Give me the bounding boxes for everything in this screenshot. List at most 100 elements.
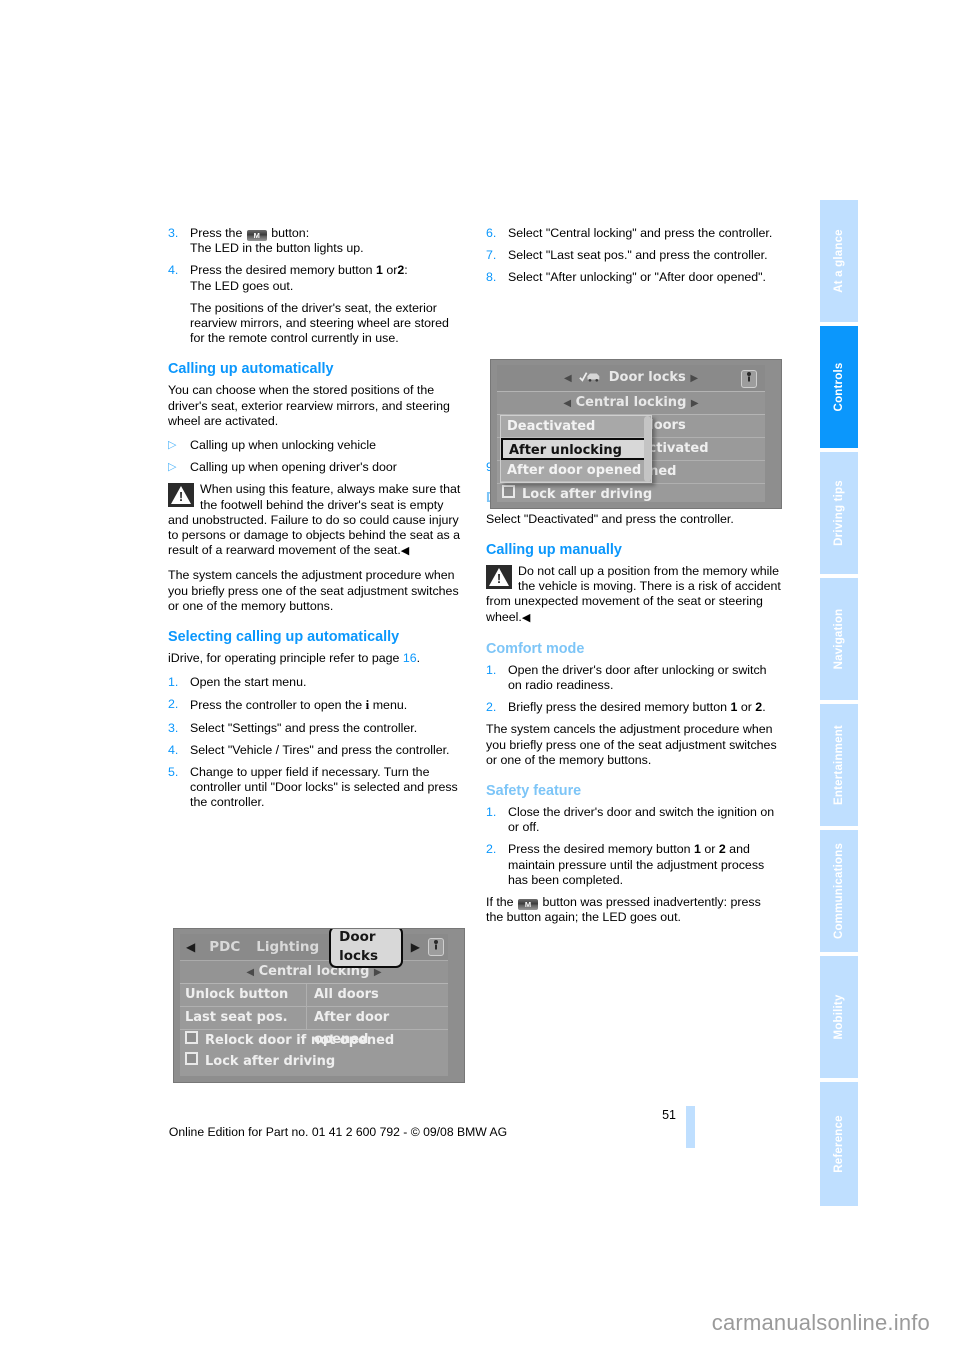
safety-button-2: 2 [718,842,726,857]
step-4-paragraph: The positions of the driver's seat, the … [190,300,449,346]
step-5: 5. Change to upper field if necessary. T… [168,765,463,811]
step-number: 1. [486,805,497,820]
popup-scrollbar[interactable] [644,416,651,482]
checkbox-icon[interactable] [185,1031,198,1044]
sidebar-item-label: Controls [833,362,845,412]
end-of-warning-marker: ◀ [521,611,531,624]
row-value: All doors [305,984,448,1006]
edition-line: Online Edition for Part no. 01 41 2 600 … [168,1125,508,1139]
heading-safety-feature: Safety feature [486,783,582,800]
step-4-post: : [404,263,408,278]
info-icon[interactable] [741,370,757,388]
info-icon[interactable] [428,938,444,956]
step-text: Select "Settings" and press the controll… [190,720,418,735]
popup-option-deactivated[interactable]: Deactivated [501,416,651,438]
sub-next-arrow-icon[interactable]: ▶ [374,967,382,978]
sidebar-item-communications[interactable]: Communications [820,830,858,954]
step-4-mid: or [386,263,398,278]
title-prev-arrow-icon[interactable]: ◀ [564,373,572,384]
safety-step-2: 2. Press the desired memory button 1 or … [486,842,781,888]
info-i-symbol-icon: i [365,697,370,713]
next-arrow-icon[interactable]: ▶ [405,940,426,954]
step-number: 1. [168,675,179,690]
screen-checkbox-lock-after-driving[interactable]: Lock after driving [180,1051,448,1072]
screen-checkbox-relock-door[interactable]: Relock door if not opened [180,1030,448,1051]
step-number: 4. [168,742,179,757]
checkbox-label: Lock after driving [205,1054,336,1069]
row-key: Last seat pos. [185,1010,288,1025]
triangle-bullet-icon: ▷ [168,461,177,474]
popup-option-after-door-opened[interactable]: After door opened [501,460,651,482]
sidebar-item-mobility[interactable]: Mobility [820,956,858,1080]
sub-prev-arrow-icon[interactable]: ◀ [563,398,571,409]
step-4-pre: Press the desired memory button [190,263,373,278]
step-3b: 3. Select "Settings" and press the contr… [168,721,463,736]
warning-text: When using this feature, always make sur… [168,482,461,558]
popup-option-after-unlocking[interactable]: After unlocking [501,438,651,460]
checkbox-icon[interactable] [185,1052,198,1065]
last-seat-pos-option-popup[interactable]: Deactivated After unlocking After door o… [500,415,652,483]
step-4b: 4. Select "Vehicle / Tires" and press th… [168,743,463,758]
screen-tab-pdc[interactable]: PDC [201,939,248,955]
bullet-item: ▷ Calling up when opening driver's door [168,460,463,475]
figure-reference-code [453,935,462,1076]
tab-bar-right-group: ▶ [405,938,448,956]
deactivating-text: Select "Deactivated" and press the contr… [486,511,734,526]
screen-subtitle: ◀ Central locking ▶ [497,392,765,415]
screen-tab-door-locks[interactable]: Door locks [329,929,403,968]
manual-warning-block: Do not call up a position from the memor… [486,564,781,626]
bullet-item: ▷ Calling up when unlocking vehicle [168,438,463,453]
warning-triangle-icon [168,483,194,508]
safety-note-pre: If the [486,895,514,910]
step-text: Briefly press the desired memory button … [508,700,781,715]
step-number: 2. [168,697,179,712]
step-number: 5. [168,765,179,780]
prev-arrow-icon[interactable]: ◀ [180,940,201,954]
comfort-step-1: 1. Open the driver's door after unlockin… [486,663,781,693]
screen-tab-lighting[interactable]: Lighting [248,939,327,955]
sidebar-item-entertainment[interactable]: Entertainment [820,704,858,828]
step-number: 2. [486,700,497,715]
step-4-line2: The LED goes out. [190,278,294,293]
screen-checkbox-lock-after-driving[interactable]: Lock after driving [497,484,765,505]
sidebar-item-at-a-glance[interactable]: At a glance [820,200,858,324]
safety-note: If the M button was pressed inadvertentl… [486,895,781,925]
safety-step-2-pre: Press the desired memory button [508,842,691,857]
step-text: Press the desired memory button 1 or2: T… [190,263,463,293]
screen-body: Unlock button All doors Last seat pos. A… [180,984,448,1072]
step-text: Press the M button: The LED in the butto… [190,226,463,256]
manual-page: At a glance Controls Driving tips Naviga… [0,0,960,1358]
step-8: 8. Select "After unlocking" or "After do… [486,270,781,285]
cancel-note: The system cancels the adjustment proced… [168,568,459,613]
step-3-pre: Press the [190,226,243,240]
step-text: Select "Central locking" and press the c… [508,226,773,240]
sidebar-item-driving-tips[interactable]: Driving tips [820,452,858,576]
watermark: carmanualsonline.info [711,1310,930,1335]
sidebar-item-navigation[interactable]: Navigation [820,578,858,702]
step-1: 1. Open the start menu. [168,675,463,690]
title-next-arrow-icon[interactable]: ▶ [690,373,698,384]
comfort-button-1: 1 [730,700,738,715]
step-text: Open the driver's door after unlocking o… [508,662,767,693]
bullet-label: Calling up when opening driver's door [190,460,397,475]
screen-row-unlock-button[interactable]: Unlock button All doors [180,984,448,1007]
sidebar-item-controls[interactable]: Controls [820,326,858,450]
step-text: Press the controller to open the i menu. [190,697,463,713]
sub-next-arrow-icon[interactable]: ▶ [691,398,699,409]
screen-row-last-seat-pos[interactable]: Last seat pos. After door opened [180,1007,448,1047]
comfort-step-2: 2. Briefly press the desired memory butt… [486,700,781,715]
sub-prev-arrow-icon[interactable]: ◀ [246,967,254,978]
step-text: Press the desired memory button 1 or 2 a… [508,842,781,888]
step-number: 1. [486,662,497,677]
page-cross-reference-link[interactable]: 16 [403,651,417,665]
memory-m-key-icon: M [518,899,539,911]
step-2: 2. Press the controller to open the i me… [168,697,463,713]
row-key: Unlock button [185,987,289,1002]
checkbox-icon[interactable] [502,485,515,498]
step-text: Select "Vehicle / Tires" and press the c… [190,742,450,757]
sidebar-item-reference[interactable]: Reference [820,1082,858,1206]
section-tab-rail: At a glance Controls Driving tips Naviga… [820,200,858,1206]
sidebar-item-label: Navigation [833,608,845,670]
sidebar-item-label: At a glance [833,229,845,293]
screen-subtitle-label: Central locking [575,395,687,410]
